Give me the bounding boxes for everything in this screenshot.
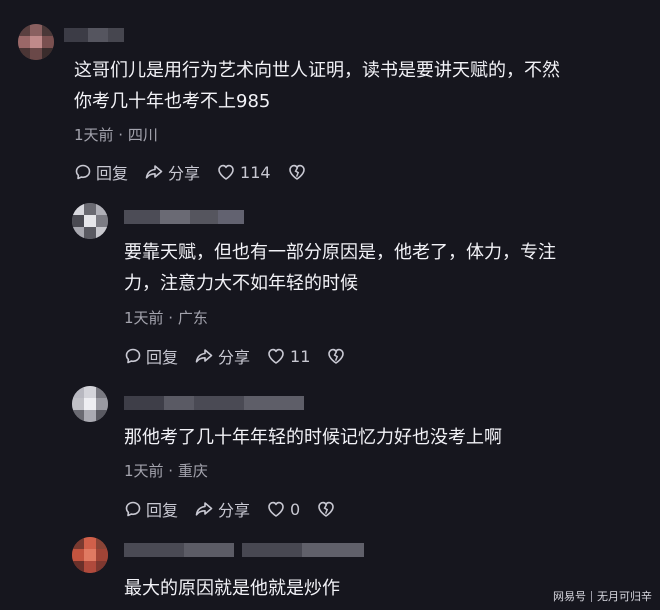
dislike-button[interactable]	[287, 163, 307, 181]
broken-heart-icon	[288, 164, 305, 180]
heart-icon	[268, 501, 284, 517]
reply-button[interactable]: 回复	[124, 497, 178, 521]
share-icon	[145, 165, 163, 179]
watermark-author: 无月可归辛	[597, 590, 652, 603]
watermark-platform: 网易号	[553, 590, 586, 603]
share-label: 分享	[218, 348, 251, 367]
heart-icon	[268, 348, 284, 364]
avatar[interactable]	[72, 537, 108, 573]
share-button[interactable]: 分享	[194, 344, 250, 368]
broken-heart-icon	[328, 348, 345, 364]
comment-text: 最大的原因就是他就是炒作	[124, 578, 340, 599]
like-button[interactable]: 114	[216, 163, 271, 182]
comment-3: 那他考了几十年年轻的时候记忆力好也没考上啊 1天前 · 重庆 回复 分享 0	[0, 380, 660, 530]
username[interactable]	[124, 543, 364, 557]
like-count: 0	[290, 499, 301, 519]
action-bar: 回复 分享 114	[74, 160, 307, 184]
reply-label: 回复	[146, 501, 179, 520]
comment-meta: 1天前 · 重庆	[124, 462, 208, 480]
dislike-button[interactable]	[326, 347, 346, 365]
comment-1: 这哥们儿是用行为艺术向世人证明，读书是要讲天赋的，不然 你考几十年也考不上985…	[0, 0, 660, 200]
reply-label: 回复	[146, 348, 179, 367]
avatar[interactable]	[72, 203, 108, 239]
comment-text: 那他考了几十年年轻的时候记忆力好也没考上啊	[124, 427, 502, 448]
share-button[interactable]: 分享	[194, 497, 250, 521]
share-icon	[195, 349, 213, 363]
reply-label: 回复	[96, 164, 129, 183]
share-button[interactable]: 分享	[144, 160, 200, 184]
like-button[interactable]: 11	[266, 347, 310, 366]
reply-button[interactable]: 回复	[124, 344, 178, 368]
reply-icon	[125, 501, 141, 517]
like-count: 11	[290, 346, 311, 366]
like-count: 114	[240, 162, 271, 182]
avatar[interactable]	[18, 24, 54, 60]
avatar[interactable]	[72, 386, 108, 422]
comment-text: 要靠天赋，但也有一部分原因是，他老了，体力，专注 力，注意力大不如年轻的时候	[124, 242, 556, 294]
watermark: 网易号 无月可归辛	[553, 588, 652, 604]
username[interactable]	[124, 396, 304, 410]
comment-meta: 1天前 · 四川	[74, 126, 158, 144]
comment-2: 要靠天赋，但也有一部分原因是，他老了，体力，专注 力，注意力大不如年轻的时候 1…	[0, 195, 660, 375]
watermark-divider	[591, 590, 592, 602]
share-label: 分享	[218, 501, 251, 520]
broken-heart-icon	[318, 501, 335, 517]
comment-meta: 1天前 · 广东	[124, 309, 208, 327]
username[interactable]	[124, 210, 244, 224]
reply-button[interactable]: 回复	[74, 160, 128, 184]
comment-text: 这哥们儿是用行为艺术向世人证明，读书是要讲天赋的，不然 你考几十年也考不上985	[74, 60, 560, 112]
dislike-button[interactable]	[316, 500, 336, 518]
username[interactable]	[64, 28, 124, 42]
heart-icon	[218, 164, 234, 180]
reply-icon	[125, 348, 141, 364]
reply-icon	[75, 164, 91, 180]
like-button[interactable]: 0	[266, 500, 300, 519]
action-bar: 回复 分享 11	[124, 344, 346, 368]
share-label: 分享	[168, 164, 201, 183]
action-bar: 回复 分享 0	[124, 497, 336, 521]
share-icon	[195, 502, 213, 516]
